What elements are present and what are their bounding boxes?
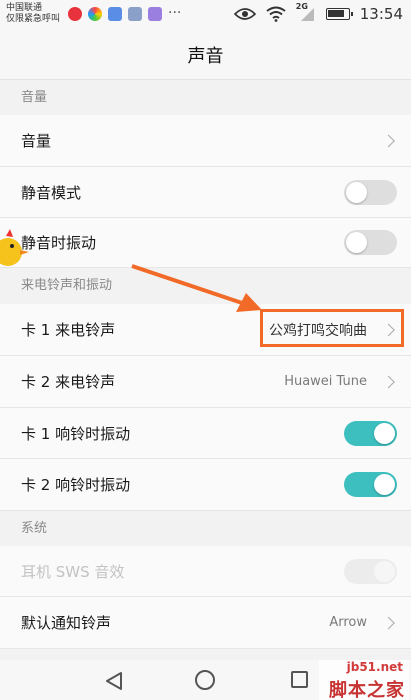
more-notifications-icon: ··· bbox=[168, 5, 182, 21]
vibrate-when-silent-label: 静音时振动 bbox=[21, 234, 97, 252]
volume-label: 音量 bbox=[21, 132, 52, 150]
page-title: 声音 bbox=[0, 30, 411, 80]
carrier-info: 中国联通 仅限紧急呼叫 bbox=[6, 3, 60, 25]
chat-icon bbox=[148, 7, 162, 21]
gallery-icon bbox=[128, 7, 142, 21]
status-right: 2G 13:54 bbox=[233, 2, 403, 23]
weibo-icon bbox=[68, 7, 82, 21]
card2-vibrate-label: 卡 2 响铃时振动 bbox=[21, 476, 131, 494]
default-notification-value: Arrow bbox=[329, 615, 367, 630]
recent-apps-icon[interactable] bbox=[291, 671, 308, 688]
status-bar: 中国联通 仅限紧急呼叫 ··· 2G 13:54 bbox=[0, 0, 411, 30]
card2-ringtone-label: 卡 2 来电铃声 bbox=[21, 373, 116, 391]
toggle-knob bbox=[346, 181, 367, 203]
default-notification-label: 默认通知铃声 bbox=[21, 614, 112, 632]
toggle-knob bbox=[374, 474, 395, 495]
wifi-icon bbox=[266, 6, 286, 22]
toggle-knob bbox=[374, 560, 395, 582]
silent-mode-label: 静音模式 bbox=[21, 183, 82, 202]
watermark-url: jb51.net bbox=[346, 660, 403, 674]
section-header-volume: 音量 bbox=[0, 80, 411, 115]
home-icon[interactable] bbox=[195, 670, 215, 690]
chick-sticker-icon bbox=[0, 229, 29, 266]
toggle-knob bbox=[346, 232, 367, 253]
carrier-name: 中国联通 bbox=[6, 3, 43, 13]
toggle-knob bbox=[374, 422, 395, 444]
section-header-system: 系统 bbox=[0, 511, 411, 546]
carrier-status: 仅限紧急呼叫 bbox=[6, 14, 61, 24]
card1-ringtone-label: 卡 1 来电铃声 bbox=[21, 321, 116, 339]
vibrate-when-silent-row[interactable]: 静音时振动 bbox=[0, 218, 411, 268]
card2-ringtone-value: Huawei Tune bbox=[284, 374, 367, 389]
chevron-right-icon bbox=[382, 375, 395, 388]
chevron-right-icon bbox=[382, 616, 395, 629]
card1-vibrate-toggle[interactable] bbox=[344, 420, 397, 446]
card2-vibrate-row[interactable]: 卡 2 响铃时振动 bbox=[0, 459, 411, 511]
network-type-icon: 2G bbox=[296, 2, 316, 22]
default-notification-row[interactable]: 默认通知铃声 Arrow bbox=[0, 597, 411, 649]
silent-mode-toggle[interactable] bbox=[344, 179, 397, 205]
earphone-sws-row: 耳机 SWS 音效 bbox=[0, 546, 411, 597]
vibrate-when-silent-toggle[interactable] bbox=[344, 230, 397, 255]
card2-ringtone-row[interactable]: 卡 2 来电铃声 Huawei Tune bbox=[0, 356, 411, 408]
battery-fill bbox=[327, 10, 344, 17]
silent-mode-row[interactable]: 静音模式 bbox=[0, 167, 411, 218]
eye-icon bbox=[233, 8, 256, 20]
app-icon bbox=[88, 7, 102, 21]
earphone-sws-toggle bbox=[344, 558, 397, 584]
battery-icon bbox=[325, 8, 353, 20]
volume-row[interactable]: 音量 bbox=[0, 115, 411, 167]
clock: 13:54 bbox=[359, 5, 403, 23]
back-icon[interactable] bbox=[104, 671, 124, 691]
card1-vibrate-label: 卡 1 响铃时振动 bbox=[21, 424, 131, 443]
notification-icons: ··· bbox=[68, 5, 182, 21]
card2-vibrate-toggle[interactable] bbox=[344, 472, 397, 497]
card1-vibrate-row[interactable]: 卡 1 响铃时振动 bbox=[0, 408, 411, 459]
watermark: jb51.net 脚本之家 bbox=[319, 660, 409, 700]
chevron-right-icon bbox=[382, 134, 395, 147]
watermark-name: 脚本之家 bbox=[329, 680, 405, 700]
photo-icon bbox=[108, 7, 122, 21]
earphone-sws-label: 耳机 SWS 音效 bbox=[21, 562, 125, 581]
ringtone-highlight-box bbox=[260, 309, 404, 347]
section-header-ringtone: 来电铃声和振动 bbox=[0, 268, 411, 304]
signal-icon bbox=[300, 8, 314, 21]
